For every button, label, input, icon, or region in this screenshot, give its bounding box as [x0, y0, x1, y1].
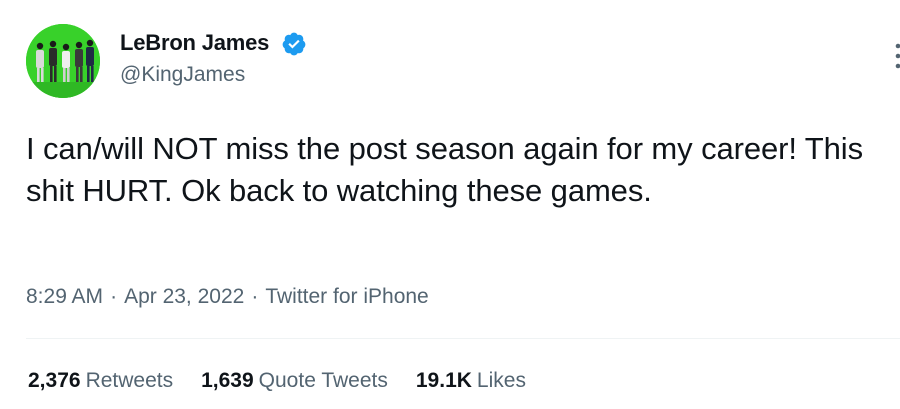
meta-separator: ·	[251, 285, 259, 308]
tweet-stats: 2,376 Retweets 1,639 Quote Tweets 19.1K Likes	[28, 369, 554, 393]
quote-tweets-stat[interactable]: 1,639 Quote Tweets	[201, 369, 388, 393]
author-name[interactable]: LeBron James	[120, 30, 269, 56]
retweets-count: 2,376	[28, 369, 81, 392]
avatar-image	[26, 24, 100, 98]
tweet-text: I can/will NOT miss the post season agai…	[26, 131, 863, 208]
likes-label: Likes	[476, 369, 526, 392]
tweet-meta: 8:29 AM · Apr 23, 2022 · Twitter for iPhone	[26, 285, 429, 309]
likes-stat[interactable]: 19.1K Likes	[416, 369, 526, 393]
author-handle[interactable]: @KingJames	[120, 63, 245, 87]
divider	[26, 338, 900, 339]
quote-tweets-label: Quote Tweets	[258, 369, 388, 392]
likes-count: 19.1K	[415, 369, 472, 392]
tweet-date[interactable]: Apr 23, 2022	[124, 285, 244, 308]
tweet-card: LeBron James @KingJames I can/will NOT m…	[0, 0, 900, 409]
more-options-icon[interactable]	[892, 40, 900, 72]
quote-tweets-count: 1,639	[201, 369, 254, 392]
retweets-stat[interactable]: 2,376 Retweets	[28, 369, 173, 393]
tweet-source[interactable]: Twitter for iPhone	[265, 285, 428, 308]
verified-badge-icon	[282, 32, 306, 56]
tweet-time[interactable]: 8:29 AM	[26, 285, 103, 308]
retweets-label: Retweets	[85, 369, 174, 392]
meta-separator: ·	[110, 285, 118, 308]
avatar[interactable]	[26, 24, 100, 98]
